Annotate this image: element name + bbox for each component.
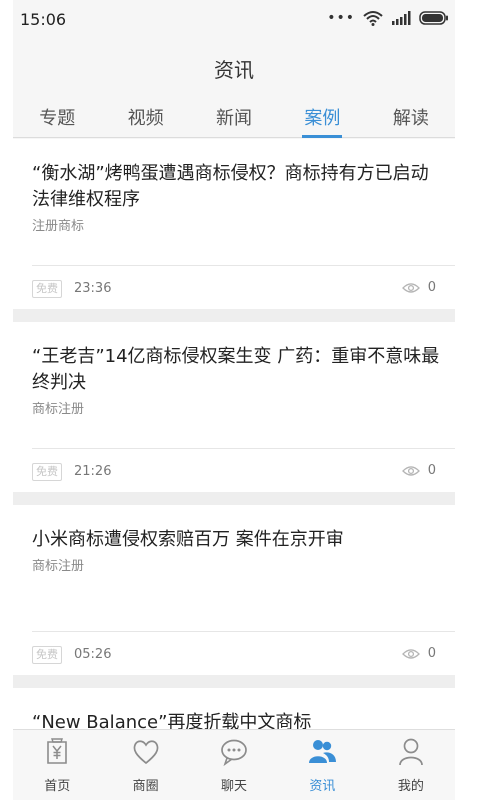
divider xyxy=(32,448,455,449)
view-count-value: 0 xyxy=(427,280,436,295)
more-dots-icon: ••• xyxy=(327,10,355,26)
nav-news[interactable]: 资讯 xyxy=(278,730,366,800)
tab-analysis[interactable]: 解读 xyxy=(367,96,455,137)
free-badge: 免费 xyxy=(32,280,62,298)
nav-home[interactable]: 首页 xyxy=(13,730,101,800)
divider xyxy=(32,265,455,266)
article-card[interactable]: 小米商标遭侵权索赔百万 案件在京开审 商标注册 免费 05:26 0 xyxy=(13,505,455,675)
status-icons: ••• xyxy=(327,10,449,26)
article-title: “衡水湖”烤鸭蛋遭遇商标侵权？商标持有方已启动法律维权程序 xyxy=(32,163,429,210)
view-count-value: 0 xyxy=(427,463,436,478)
article-time: 05:26 xyxy=(74,647,112,662)
status-time: 15:06 xyxy=(20,10,67,29)
view-count: 0 xyxy=(401,280,436,295)
tab-news[interactable]: 新闻 xyxy=(190,96,278,137)
wifi-icon xyxy=(363,11,383,26)
nav-profile-label: 我的 xyxy=(397,779,424,794)
nav-chat-label: 聊天 xyxy=(221,779,248,794)
person-icon xyxy=(398,738,423,766)
article-title: “New Balance”再度折载中文商标 xyxy=(32,712,312,729)
status-bar: 15:06 ••• xyxy=(13,0,455,38)
article-title: “王老吉”14亿商标侵权案生变 广药：重审不意味最终判决 xyxy=(32,346,440,393)
article-card[interactable]: “New Balance”再度折载中文商标 xyxy=(13,688,455,729)
article-category: 注册商标 xyxy=(32,219,85,234)
divider xyxy=(32,631,455,632)
home-yen-icon xyxy=(47,738,68,764)
view-count-value: 0 xyxy=(427,646,436,661)
page-title: 资讯 xyxy=(214,58,254,82)
nav-chat[interactable]: 聊天 xyxy=(190,730,278,800)
eye-icon xyxy=(401,465,420,476)
nav-circle[interactable]: 商圈 xyxy=(101,730,189,800)
free-badge: 免费 xyxy=(32,463,62,481)
battery-icon xyxy=(419,11,448,25)
signal-icon xyxy=(392,11,411,25)
chat-bubble-icon xyxy=(221,739,247,767)
bottom-nav: 首页 商圈 聊天 资讯 我的 xyxy=(13,729,455,800)
nav-profile[interactable]: 我的 xyxy=(367,730,455,800)
nav-home-label: 首页 xyxy=(44,779,71,794)
article-time: 21:26 xyxy=(74,464,112,479)
view-count: 0 xyxy=(401,463,436,478)
free-badge: 免费 xyxy=(32,646,62,664)
tab-cases[interactable]: 案例 xyxy=(278,96,366,138)
app-screen: 15:06 ••• 资讯 专题 视频 新闻 案例 解读 “衡水湖”烤鸭蛋遭遇商标… xyxy=(13,0,455,800)
eye-icon xyxy=(401,282,420,293)
category-tabs: 专题 视频 新闻 案例 解读 xyxy=(13,96,455,138)
article-card[interactable]: “衡水湖”烤鸭蛋遭遇商标侵权？商标持有方已启动法律维权程序 注册商标 免费 23… xyxy=(13,139,455,309)
tab-topics[interactable]: 专题 xyxy=(13,96,101,137)
article-category: 商标注册 xyxy=(32,402,85,417)
eye-icon xyxy=(401,648,420,659)
tab-videos[interactable]: 视频 xyxy=(101,96,189,137)
heart-icon xyxy=(133,740,158,765)
view-count: 0 xyxy=(401,646,436,661)
page-header: 资讯 xyxy=(13,38,455,96)
article-category: 商标注册 xyxy=(32,559,85,574)
users-icon xyxy=(309,740,337,763)
article-time: 23:36 xyxy=(74,281,112,296)
article-title: 小米商标遭侵权索赔百万 案件在京开审 xyxy=(32,529,344,550)
nav-news-label: 资讯 xyxy=(309,779,336,794)
nav-circle-label: 商圈 xyxy=(132,779,159,794)
article-list[interactable]: “衡水湖”烤鸭蛋遭遇商标侵权？商标持有方已启动法律维权程序 注册商标 免费 23… xyxy=(13,139,455,729)
article-card[interactable]: “王老吉”14亿商标侵权案生变 广药：重审不意味最终判决 商标注册 免费 21:… xyxy=(13,322,455,492)
